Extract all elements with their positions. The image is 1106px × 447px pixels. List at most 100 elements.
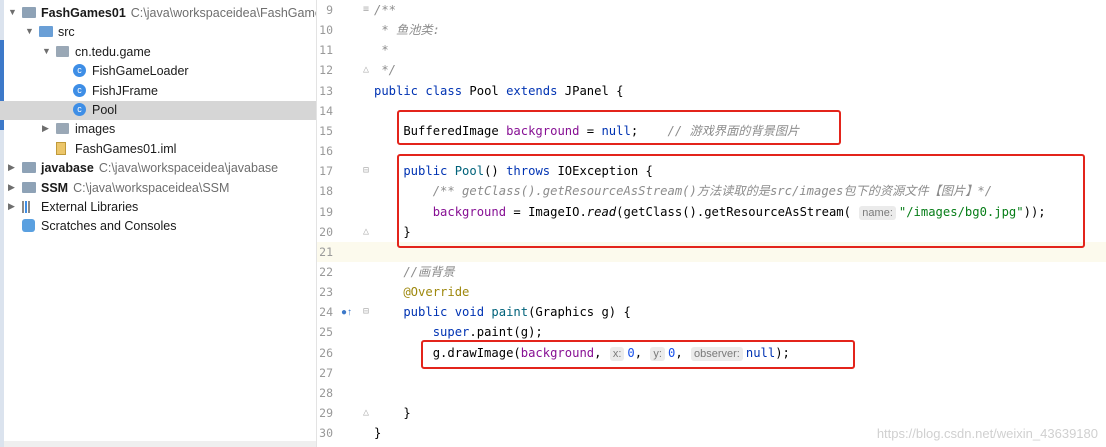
fold-marker-icon[interactable]: △ bbox=[363, 403, 369, 423]
code-text: public class Pool extends JPanel { bbox=[374, 81, 623, 101]
line-number: 17 bbox=[319, 164, 333, 179]
tree-item-fashgames01-iml[interactable]: FashGames01.iml bbox=[0, 140, 316, 159]
source-folder-icon bbox=[39, 26, 53, 38]
tree-item-name: javabase bbox=[41, 161, 94, 176]
tree-item-name: SSM bbox=[41, 180, 69, 195]
fold-marker-icon[interactable]: △ bbox=[363, 60, 369, 80]
tree-item-name: FashGames01.iml bbox=[75, 141, 177, 156]
line-number: 18 bbox=[319, 184, 333, 199]
fold-marker-icon[interactable]: ⊟ bbox=[363, 161, 369, 181]
tree-item-name: FashGames01 bbox=[41, 6, 126, 20]
tree-item-name: src bbox=[58, 25, 75, 40]
fold-marker-icon[interactable]: ≡ bbox=[363, 0, 369, 20]
code-text: /** bbox=[374, 0, 396, 20]
tree-item-fishgameloader[interactable]: c FishGameLoader bbox=[0, 62, 316, 81]
package-icon bbox=[56, 123, 69, 135]
code-token: (Graphics g) { bbox=[528, 305, 631, 320]
tree-item-cn-tedu-game[interactable]: ▼ cn.tedu.game bbox=[0, 43, 316, 62]
line-number: 13 bbox=[319, 83, 333, 98]
tree-item-src[interactable]: ▼ src bbox=[0, 23, 316, 42]
tree-item-name: Scratches and Consoles bbox=[41, 219, 177, 234]
line-number: 16 bbox=[319, 144, 333, 159]
code-token: JPanel { bbox=[564, 83, 624, 98]
code-token: @Override bbox=[374, 285, 470, 300]
code-token: super bbox=[374, 325, 470, 340]
code-text: //画背景 bbox=[374, 262, 455, 282]
tree-item-label: Pool bbox=[92, 103, 117, 117]
tree-item-javabase[interactable]: ▶ javabase C:\java\workspaceidea\javabase bbox=[0, 159, 316, 178]
tree-item-images[interactable]: ▶ images bbox=[0, 120, 316, 139]
code-text: */ bbox=[374, 60, 396, 80]
tree-item-ssm[interactable]: ▶ SSM C:\java\workspaceidea\SSM bbox=[0, 179, 316, 198]
expand-down-icon[interactable]: ▼ bbox=[25, 26, 35, 36]
collapse-right-icon[interactable]: ▶ bbox=[42, 123, 52, 134]
tree-item-label: External Libraries bbox=[41, 200, 138, 214]
line-number: 14 bbox=[319, 103, 333, 118]
tree-item-label: SSM C:\java\workspaceidea\SSM bbox=[41, 181, 229, 195]
tree-item-label: Scratches and Consoles bbox=[41, 219, 177, 233]
tree-item-path: C:\java\workspaceidea\SSM bbox=[73, 180, 230, 195]
code-line-28[interactable]: 28 bbox=[317, 383, 1106, 403]
scratches-icon bbox=[22, 219, 35, 233]
tree-item-path: C:\java\workspaceidea\javabase bbox=[98, 161, 279, 176]
tree-item-name: Pool bbox=[92, 103, 118, 117]
tree-horizontal-scrollbar[interactable] bbox=[4, 441, 316, 447]
fold-marker-icon[interactable]: △ bbox=[363, 222, 369, 242]
collapse-right-icon[interactable]: ▶ bbox=[8, 201, 18, 212]
tree-item-label: images bbox=[75, 122, 115, 136]
module-folder-icon bbox=[22, 7, 36, 18]
class-icon: c bbox=[73, 64, 86, 78]
code-token: } bbox=[374, 406, 411, 420]
tree-item-name: FishJFrame bbox=[92, 83, 158, 98]
code-token: * 鱼池类: bbox=[374, 23, 440, 38]
tree-item-label: FishGameLoader bbox=[92, 64, 189, 78]
expand-down-icon[interactable]: ▼ bbox=[42, 46, 52, 56]
tree-item-name: images bbox=[75, 122, 116, 137]
code-line-9[interactable]: 9 ≡ /** bbox=[317, 0, 1106, 20]
tree-item-name: FishGameLoader bbox=[92, 64, 189, 79]
code-text: * 鱼池类: bbox=[374, 20, 440, 40]
tree-item-label: cn.tedu.game bbox=[75, 45, 151, 59]
collapse-right-icon[interactable]: ▶ bbox=[8, 182, 18, 193]
code-line-24[interactable]: 24 ⊟ public void paint(Graphics g) { bbox=[317, 302, 1106, 322]
code-token: public class bbox=[374, 83, 470, 98]
collapse-right-icon[interactable]: ▶ bbox=[8, 162, 18, 173]
line-number: 20 bbox=[319, 224, 333, 239]
code-line-12[interactable]: 12 △ */ bbox=[317, 60, 1106, 80]
fold-marker-icon[interactable]: ⊟ bbox=[363, 302, 369, 322]
code-line-10[interactable]: 10 * 鱼池类: bbox=[317, 20, 1106, 40]
tree-item-fashgames01[interactable]: ▼ FashGames01 C:\java\workspaceidea\FashGa… bbox=[0, 4, 316, 23]
line-number: 21 bbox=[319, 244, 333, 259]
tree-item-scratches-and-consoles[interactable]: Scratches and Consoles bbox=[0, 217, 316, 236]
tree-item-label: src bbox=[58, 25, 75, 39]
line-number: 29 bbox=[319, 406, 333, 420]
highlight-box-constructor bbox=[397, 154, 1085, 248]
library-icon bbox=[22, 201, 36, 213]
tree-item-path: C:\java\workspaceidea\FashGame bbox=[130, 6, 317, 20]
project-tree-panel: ▼ FashGames01 C:\java\workspaceidea\FashGa… bbox=[0, 0, 317, 447]
class-icon: c bbox=[73, 103, 86, 116]
code-token: * bbox=[374, 43, 389, 58]
code-token: public void bbox=[374, 305, 492, 320]
code-text: * bbox=[374, 40, 389, 60]
code-token: .paint(g); bbox=[469, 325, 543, 340]
tree-item-fishjframe[interactable]: c FishJFrame bbox=[0, 82, 316, 101]
code-token: //画背景 bbox=[374, 264, 455, 279]
expand-down-icon[interactable]: ▼ bbox=[8, 7, 18, 17]
code-line-13[interactable]: 13 public class Pool extends JPanel { bbox=[317, 81, 1106, 101]
tree-item-name: cn.tedu.game bbox=[75, 44, 151, 59]
line-number: 30 bbox=[319, 426, 333, 441]
code-editor[interactable]: 9 ≡/** 10 * 鱼池类: 11 * 12 △ */13 public class P… bbox=[317, 0, 1106, 447]
code-line-23[interactable]: 23 @Override bbox=[317, 282, 1106, 302]
highlight-box-drawimage bbox=[421, 340, 855, 369]
line-number: 27 bbox=[319, 365, 333, 380]
line-number: 11 bbox=[319, 43, 333, 58]
code-line-29[interactable]: 29 △ } bbox=[317, 403, 1106, 423]
tree-item-label: FashGames01.iml bbox=[75, 142, 176, 156]
code-line-11[interactable]: 11 * bbox=[317, 40, 1106, 60]
code-line-22[interactable]: 22 //画背景 bbox=[317, 262, 1106, 282]
override-method-gutter-icon[interactable]: ●↑ bbox=[341, 307, 352, 318]
tree-item-pool[interactable]: c Pool bbox=[0, 101, 316, 120]
tree-item-external-libraries[interactable]: ▶ External Libraries bbox=[0, 198, 316, 217]
ide-window: ▼ FashGames01 C:\java\workspaceidea\FashGa… bbox=[0, 0, 1106, 447]
